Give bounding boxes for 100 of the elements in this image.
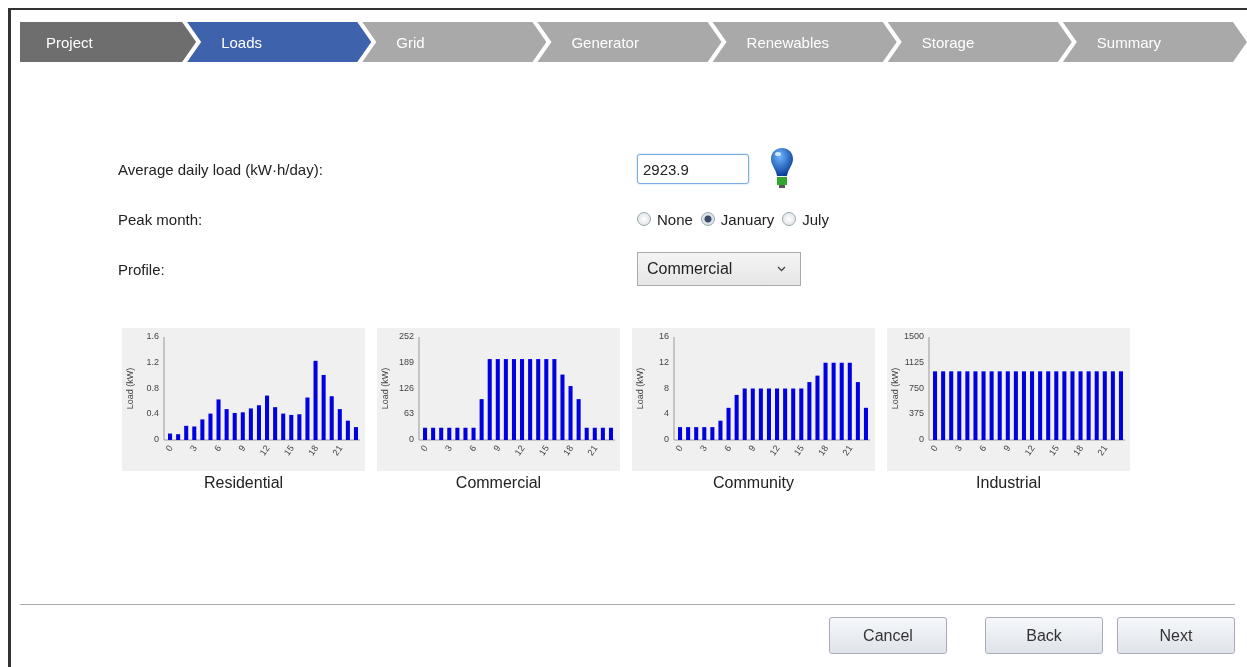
x-tick-label: 18 bbox=[816, 443, 831, 458]
load-bar bbox=[455, 427, 460, 440]
wizard-button[interactable]: Next bbox=[1117, 617, 1235, 654]
wizard-button[interactable]: Back bbox=[985, 617, 1103, 654]
y-axis-label: Load (kW) bbox=[890, 367, 900, 410]
x-tick-label: 9 bbox=[491, 443, 503, 454]
x-tick-label: 12 bbox=[767, 443, 782, 458]
peak-month-radio[interactable]: None bbox=[637, 210, 693, 228]
load-bar bbox=[1110, 371, 1115, 440]
load-bar bbox=[560, 374, 565, 440]
load-bar bbox=[989, 371, 994, 440]
load-bar bbox=[726, 407, 731, 440]
load-bar bbox=[1086, 371, 1091, 440]
load-bar bbox=[265, 395, 270, 440]
y-tick-label: 4 bbox=[664, 408, 669, 419]
peak-month-radio[interactable]: July bbox=[782, 210, 829, 228]
y-tick-label: 126 bbox=[398, 382, 414, 393]
x-tick-label: 21 bbox=[840, 443, 855, 458]
load-bar bbox=[423, 427, 428, 440]
load-bar bbox=[775, 388, 780, 440]
load-bar bbox=[710, 427, 715, 440]
wizard-button[interactable]: Cancel bbox=[829, 617, 947, 654]
load-bar bbox=[807, 382, 812, 440]
x-tick-label: 3 bbox=[952, 443, 964, 454]
y-tick-label: 375 bbox=[908, 408, 924, 419]
load-bar bbox=[447, 427, 452, 440]
x-tick-label: 6 bbox=[467, 443, 479, 454]
x-tick-label: 9 bbox=[1001, 443, 1013, 454]
x-tick-label: 12 bbox=[1022, 443, 1037, 458]
load-bar bbox=[1021, 371, 1026, 440]
load-bar bbox=[216, 399, 221, 440]
load-bar bbox=[192, 426, 197, 440]
y-tick-label: 189 bbox=[398, 356, 414, 367]
wizard-step-tab[interactable]: Loads bbox=[187, 22, 372, 62]
y-tick-label: 0.4 bbox=[146, 408, 159, 419]
load-bar bbox=[471, 427, 476, 440]
light-bulb-icon bbox=[769, 147, 795, 191]
daily-load-input[interactable]: 2923.9 bbox=[637, 154, 749, 184]
load-bar bbox=[997, 371, 1002, 440]
load-bar bbox=[576, 399, 581, 440]
peak-month-radio[interactable]: January bbox=[700, 210, 775, 228]
y-tick-label: 1.6 bbox=[146, 331, 159, 341]
load-bar bbox=[439, 427, 444, 440]
load-bar bbox=[592, 427, 597, 440]
y-tick-label: 63 bbox=[404, 408, 414, 419]
load-bar bbox=[1013, 371, 1018, 440]
field-label: Average daily load (kW·h/day): bbox=[118, 160, 324, 178]
x-tick-label: 9 bbox=[746, 443, 758, 454]
x-tick-label: 21 bbox=[1095, 443, 1110, 458]
load-bar bbox=[600, 427, 605, 440]
load-bar bbox=[248, 408, 253, 440]
chart-caption: Commercial bbox=[455, 474, 542, 492]
load-bar bbox=[758, 388, 763, 440]
load-bar bbox=[256, 405, 261, 440]
field-label: Peak month: bbox=[118, 210, 204, 228]
wizard-step-tab[interactable]: Project bbox=[20, 22, 197, 62]
y-tick-label: 252 bbox=[398, 331, 414, 341]
load-bar bbox=[1062, 371, 1067, 440]
load-bar bbox=[799, 388, 804, 440]
y-axis-label: Load (kW) bbox=[125, 367, 135, 410]
chart-caption: Industrial bbox=[976, 474, 1041, 492]
load-bar bbox=[863, 407, 868, 440]
x-tick-label: 18 bbox=[561, 443, 576, 458]
profile-dropdown[interactable]: Commercial bbox=[637, 252, 801, 286]
load-bar bbox=[200, 419, 205, 440]
field-label: Profile: bbox=[118, 260, 166, 278]
load-bar bbox=[1038, 371, 1043, 440]
y-tick-label: 0 bbox=[409, 434, 414, 444]
load-bar bbox=[783, 388, 788, 440]
x-tick-label: 0 bbox=[673, 443, 685, 454]
x-tick-label: 6 bbox=[722, 443, 734, 454]
y-tick-label: 0 bbox=[919, 434, 924, 444]
load-bar bbox=[686, 427, 691, 440]
load-bar bbox=[855, 382, 860, 440]
load-bar bbox=[694, 427, 699, 440]
load-bar bbox=[1078, 371, 1083, 440]
x-tick-label: 6 bbox=[212, 443, 224, 454]
x-tick-label: 15 bbox=[1047, 443, 1061, 458]
load-bar bbox=[353, 427, 358, 440]
load-bar bbox=[981, 371, 986, 440]
x-tick-label: 3 bbox=[187, 443, 199, 454]
load-bar bbox=[289, 414, 294, 440]
load-bar bbox=[224, 409, 229, 440]
x-tick-label: 15 bbox=[282, 443, 296, 458]
y-tick-label: 0 bbox=[154, 434, 159, 444]
load-bar bbox=[766, 388, 771, 440]
load-bar bbox=[1046, 371, 1051, 440]
y-axis-label: Load (kW) bbox=[635, 367, 645, 410]
load-bar bbox=[281, 413, 286, 440]
load-bar bbox=[1118, 371, 1123, 440]
y-tick-label: 8 bbox=[664, 382, 669, 393]
x-tick-label: 21 bbox=[585, 443, 600, 458]
load-bar bbox=[297, 414, 302, 440]
load-bar bbox=[337, 409, 342, 440]
y-tick-label: 0.8 bbox=[146, 382, 159, 393]
load-bar bbox=[208, 413, 213, 440]
load-bar bbox=[933, 371, 938, 440]
load-bar bbox=[702, 427, 707, 440]
load-bar bbox=[1054, 371, 1059, 440]
load-bar bbox=[321, 375, 326, 440]
